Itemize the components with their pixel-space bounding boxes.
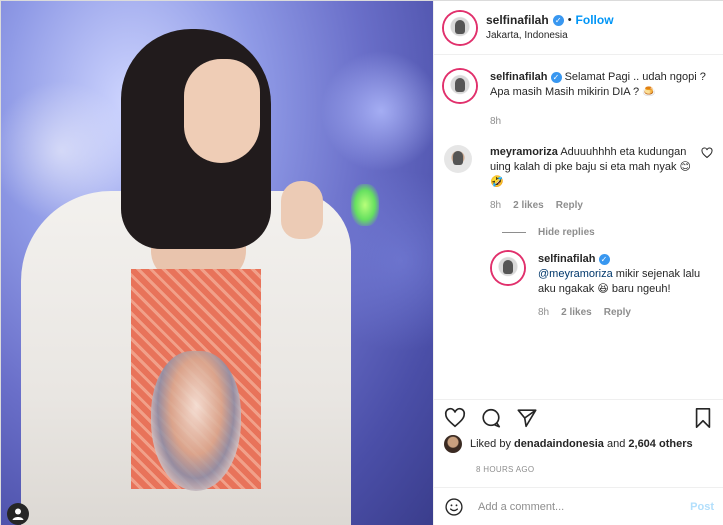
commenter-avatar[interactable] — [444, 145, 472, 173]
hide-replies-button[interactable]: Hide replies — [502, 227, 714, 238]
follow-button[interactable]: Follow — [576, 13, 614, 28]
reply-item: selfinafilah ✓ @meyramoriza mikir sejena… — [492, 252, 714, 320]
post-header: selfinafilah ✓ • Follow Jakarta, Indones… — [434, 1, 723, 55]
photo-green-light — [351, 184, 379, 226]
liked-by-prefix: Liked by — [470, 438, 511, 450]
post-location[interactable]: Jakarta, Indonesia — [486, 28, 614, 43]
author-username[interactable]: selfinafilah — [486, 13, 549, 28]
caption-time[interactable]: 8h — [490, 114, 501, 129]
reply-time[interactable]: 8h — [538, 305, 549, 320]
caption-username[interactable]: selfinafilah — [490, 71, 547, 83]
caption: selfinafilah ✓ Selamat Pagi .. udah ngop… — [444, 70, 714, 129]
comment-bubble-icon[interactable] — [480, 407, 502, 429]
comment-reply-button[interactable]: Reply — [556, 198, 583, 213]
reply-likes[interactable]: 2 likes — [561, 305, 592, 320]
comment-like-heart-icon[interactable] — [700, 147, 714, 162]
user-tag-icon[interactable] — [7, 503, 29, 525]
instagram-post-modal: selfinafilah ✓ • Follow Jakarta, Indones… — [0, 0, 723, 525]
add-comment-input[interactable] — [478, 501, 691, 513]
like-heart-icon[interactable] — [444, 407, 466, 429]
post-details-panel: selfinafilah ✓ • Follow Jakarta, Indones… — [433, 1, 723, 525]
comment-item: meyramoriza Aduuuhhhh eta kudungan uing … — [444, 145, 714, 213]
post-photo[interactable] — [1, 1, 433, 525]
reply-reply-button[interactable]: Reply — [604, 305, 631, 320]
comments-list[interactable]: selfinafilah ✓ Selamat Pagi .. udah ngop… — [434, 56, 723, 399]
verified-badge-icon: ✓ — [550, 72, 562, 83]
photo-face — [184, 59, 260, 163]
verified-badge-icon: ✓ — [552, 14, 564, 26]
liked-by-avatar[interactable] — [444, 435, 462, 453]
liked-by-others[interactable]: 2,604 others — [628, 438, 692, 450]
post-time-ago[interactable]: 8 HOURS AGO — [476, 465, 534, 474]
photo-hand — [281, 181, 323, 239]
save-bookmark-icon[interactable] — [692, 407, 714, 429]
comment-username[interactable]: meyramoriza — [490, 146, 558, 158]
comment-time[interactable]: 8h — [490, 198, 501, 213]
reply-username[interactable]: selfinafilah — [538, 253, 595, 265]
separator-dot: • — [567, 13, 572, 26]
action-bar — [434, 399, 723, 435]
author-avatar[interactable] — [444, 11, 476, 44]
liked-by-row: Liked by denadaindonesia and 2,604 other… — [444, 435, 714, 453]
hide-replies-line — [502, 232, 526, 233]
reply-mention[interactable]: @meyramoriza — [538, 268, 613, 280]
add-comment-bar: Post — [434, 487, 723, 525]
reply-avatar[interactable] — [492, 252, 524, 284]
comment-likes[interactable]: 2 likes — [513, 198, 544, 213]
hide-replies-label: Hide replies — [538, 227, 595, 238]
liked-by-middle: and — [606, 438, 626, 450]
emoji-smiley-icon[interactable] — [444, 497, 464, 517]
liked-by-user[interactable]: denadaindonesia — [514, 438, 604, 450]
photo-paisley-print — [151, 351, 241, 491]
caption-avatar[interactable] — [444, 70, 476, 102]
verified-badge-icon: ✓ — [598, 254, 610, 265]
share-paper-plane-icon[interactable] — [516, 407, 538, 429]
post-comment-button[interactable]: Post — [690, 501, 714, 513]
